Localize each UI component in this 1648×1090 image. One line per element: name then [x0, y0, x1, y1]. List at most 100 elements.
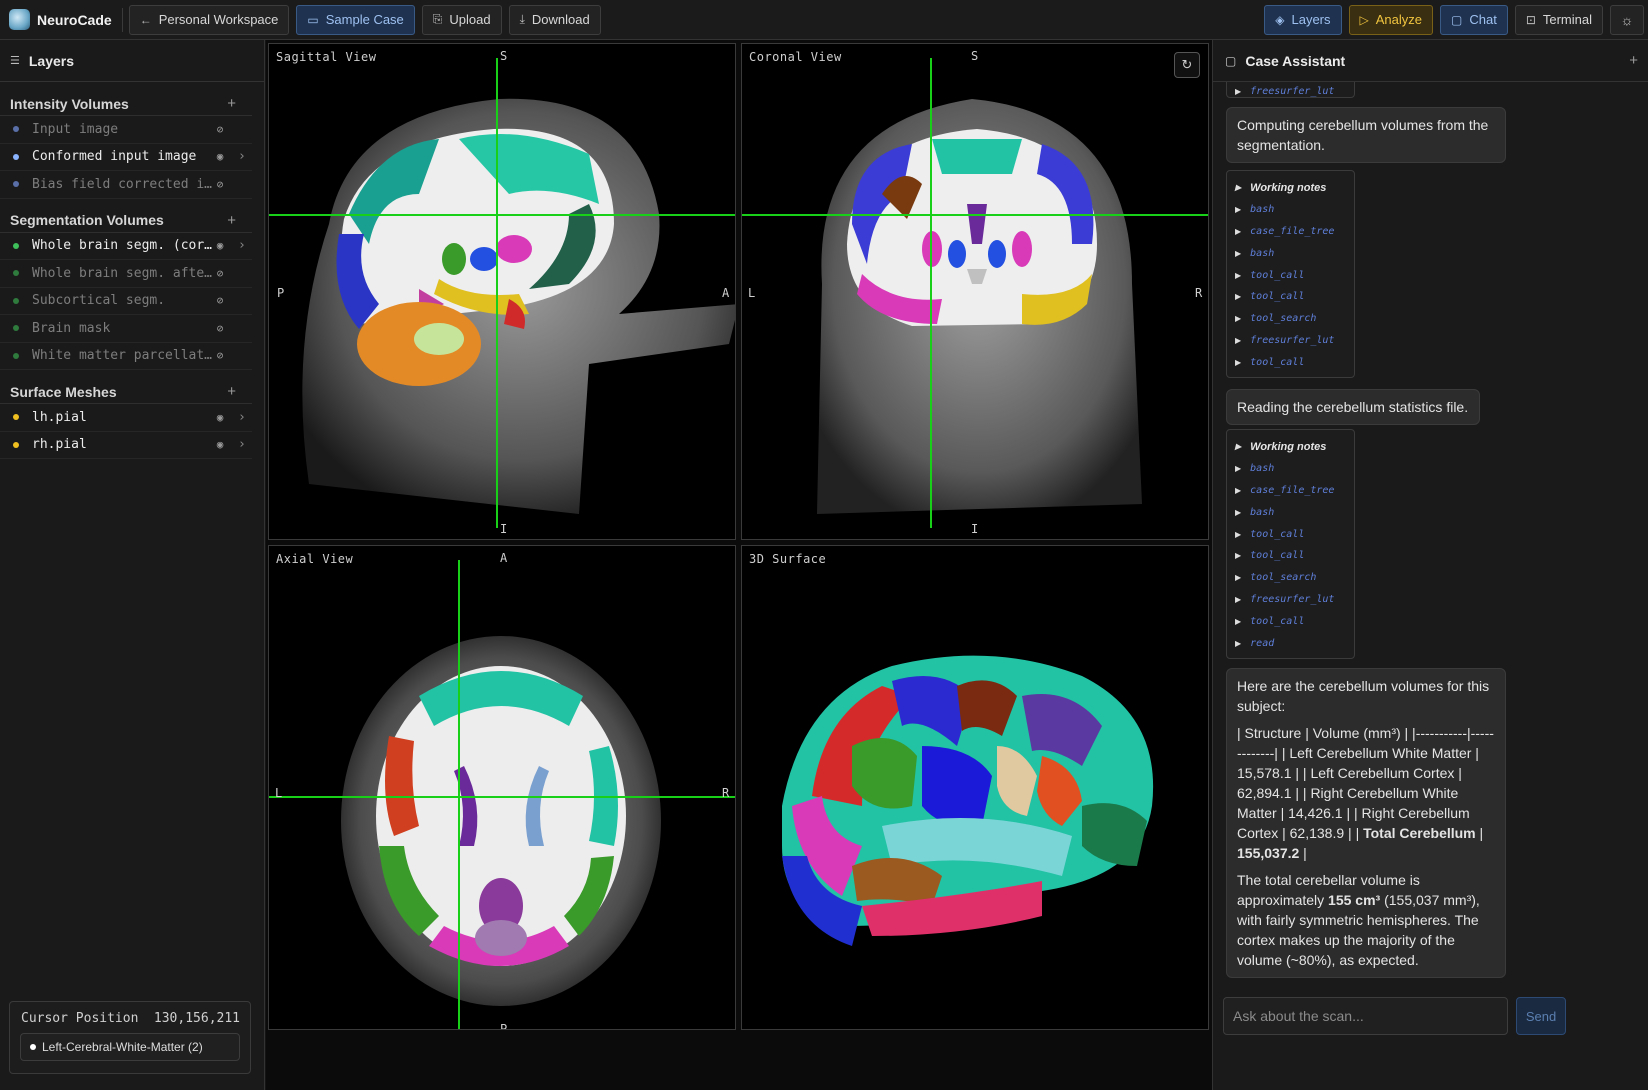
layer-item[interactable]: Brain mask ⊘	[0, 315, 252, 343]
working-note-item[interactable]: ▶ tool_call	[1235, 286, 1354, 308]
group-title-text: Segmentation Volumes	[10, 212, 164, 228]
working-note-item[interactable]: ▶ tool_call	[1235, 545, 1354, 567]
working-note-item[interactable]: ▶ tool_call	[1235, 523, 1354, 545]
layer-item[interactable]: Subcortical segm. ⊘	[0, 288, 252, 315]
layer-item[interactable]: Whole brain segm. afte… ⊘	[0, 260, 252, 288]
working-note-item[interactable]: ▶ tool_search	[1235, 308, 1354, 330]
new-chat-button[interactable]: +	[1629, 52, 1638, 69]
app-name: NeuroCade	[37, 11, 112, 28]
chat-input[interactable]: Ask about the scan...	[1223, 997, 1508, 1035]
analyze-button[interactable]: ▷ Analyze	[1348, 4, 1433, 35]
chevron-right-icon[interactable]: ›	[238, 149, 252, 164]
layer-item[interactable]: lh.pial ◉ ›	[0, 404, 252, 432]
eye-icon[interactable]: ◉	[212, 239, 228, 252]
triangle-right-icon: ▶	[1235, 573, 1242, 583]
chevron-right-icon[interactable]: ›	[238, 410, 252, 425]
note-tool-label: tool_call	[1250, 528, 1305, 540]
layer-item[interactable]: Bias field corrected i… ⊘	[0, 171, 252, 199]
working-note-item[interactable]: ▶ bash	[1235, 458, 1354, 480]
eye-off-icon[interactable]: ⊘	[212, 178, 228, 191]
reset-view-button[interactable]: ↻	[1174, 52, 1200, 78]
triangle-right-icon: ▶	[1235, 205, 1242, 215]
layer-item[interactable]: rh.pial ◉ ›	[0, 432, 252, 459]
eye-off-icon[interactable]: ⊘	[212, 267, 228, 280]
layers-header: ☰ Layers	[0, 40, 264, 82]
chevron-right-icon[interactable]: ›	[238, 238, 252, 253]
add-layer-button[interactable]: +	[227, 95, 236, 112]
layer-name: Brain mask	[32, 320, 111, 336]
working-notes-header[interactable]: ▶ Working notes	[1235, 436, 1354, 458]
add-layer-button[interactable]: +	[227, 383, 236, 400]
layer-group-title: Segmentation Volumes +	[0, 209, 252, 233]
note-tool-label: tool_call	[1250, 550, 1305, 562]
terminal-icon: ⊡	[1525, 12, 1536, 27]
download-button[interactable]: ⤓ Download	[508, 4, 601, 35]
working-note-item[interactable]: ▶ bash	[1235, 501, 1354, 523]
download-label: Download	[531, 12, 590, 27]
working-note-item[interactable]: ▶ read	[1235, 632, 1354, 654]
working-notes-title: Working notes	[1250, 440, 1327, 453]
working-note-item[interactable]: ▶ freesurfer_lut	[1235, 589, 1354, 611]
region-dot-icon	[30, 1044, 36, 1050]
note-tool-label: bash	[1250, 204, 1275, 216]
coronal-view[interactable]: Coronal View S I L R ↻	[741, 43, 1209, 540]
theme-toggle-button[interactable]: ☼	[1610, 4, 1644, 35]
terminal-button[interactable]: ⊡ Terminal	[1514, 4, 1603, 35]
play-icon: ▷	[1359, 12, 1369, 27]
sagittal-view[interactable]: Sagittal View S I P A	[268, 43, 736, 540]
working-notes-header[interactable]: ▶ Working notes	[1235, 177, 1354, 199]
surface-3d-view[interactable]: 3D Surface	[741, 545, 1209, 1030]
layer-item[interactable]: Conformed input image ◉ ›	[0, 144, 252, 171]
working-notes[interactable]: ▶ Working notes ▶ bash ▶ case_file_tree ▶ bash ▶…	[1226, 170, 1355, 378]
layer-item[interactable]: Input image ⊘	[0, 116, 252, 144]
eye-off-icon[interactable]: ⊘	[212, 349, 228, 362]
eye-off-icon[interactable]: ⊘	[212, 294, 228, 307]
working-note-item[interactable]: ▶ tool_call	[1235, 264, 1354, 286]
layers-toggle-button[interactable]: ◈ Layers	[1264, 4, 1342, 35]
layer-color-dot	[13, 441, 19, 448]
summary-highlight: 155 cm³	[1328, 892, 1381, 908]
working-note-item[interactable]: ▶ tool_call	[1235, 610, 1354, 632]
layer-item[interactable]: White matter parcellat… ⊘	[0, 343, 252, 370]
triangle-right-icon: ▶	[1235, 638, 1242, 648]
add-layer-button[interactable]: +	[227, 212, 236, 229]
triangle-right-icon: ▶	[1235, 248, 1242, 258]
triangle-right-icon: ▶	[1235, 529, 1242, 539]
cursor-position-panel: Cursor Position 130,156,211 Left-Cerebra…	[9, 1001, 251, 1074]
send-button[interactable]: Send	[1516, 997, 1566, 1035]
working-note-item[interactable]: ▶ bash	[1235, 199, 1354, 221]
personal-workspace-button[interactable]: ← Personal Workspace	[128, 4, 290, 35]
working-note-item[interactable]: ▶ freesurfer_lut	[1235, 330, 1354, 352]
cortical-surface-render	[782, 655, 1154, 946]
app-logo[interactable]: NeuroCade	[9, 0, 122, 40]
working-note-item[interactable]: ▶ bash	[1235, 242, 1354, 264]
table-separator: |	[1475, 825, 1484, 841]
eye-icon[interactable]: ◉	[212, 411, 228, 424]
working-note-item[interactable]: ▶ tool_search	[1235, 567, 1354, 589]
orientation-inferior: I	[971, 522, 979, 536]
working-note-item[interactable]: ▶ tool_call	[1235, 351, 1354, 373]
eye-icon[interactable]: ◉	[212, 150, 228, 163]
layer-name: Conformed input image	[32, 149, 197, 165]
axial-view[interactable]: Axial View A P L R	[268, 545, 736, 1030]
orientation-anterior: A	[722, 286, 730, 300]
total-label: Total Cerebellum	[1363, 825, 1476, 841]
eye-off-icon[interactable]: ⊘	[212, 123, 228, 136]
eye-icon[interactable]: ◉	[212, 438, 228, 451]
triangle-right-icon: ▶	[1235, 551, 1242, 561]
chat-toggle-button[interactable]: ▢ Chat	[1440, 4, 1508, 35]
working-notes[interactable]: ▶ Working notes ▶ bash ▶ case_file_tree ▶ bash ▶…	[1226, 429, 1355, 659]
chevron-right-icon[interactable]: ›	[238, 437, 252, 452]
layer-color-dot	[13, 414, 19, 421]
refresh-icon: ↻	[1181, 57, 1193, 72]
eye-off-icon[interactable]: ⊘	[212, 322, 228, 335]
working-notes-partial[interactable]: ▶ freesurfer_lut	[1226, 82, 1355, 98]
working-note-item[interactable]: ▶ case_file_tree	[1235, 480, 1354, 502]
orientation-posterior: P	[277, 286, 285, 300]
sample-case-button[interactable]: ▭ Sample Case	[296, 4, 415, 35]
upload-button[interactable]: ⎘ Upload	[421, 4, 502, 35]
working-note-item[interactable]: ▶ case_file_tree	[1235, 221, 1354, 243]
group-title-text: Surface Meshes	[10, 383, 117, 400]
file-upload-icon: ⎘	[432, 12, 443, 26]
layer-item[interactable]: Whole brain segm. (cor… ◉ ›	[0, 233, 252, 260]
